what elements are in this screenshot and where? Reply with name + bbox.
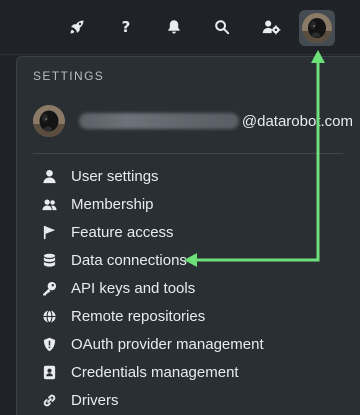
settings-dropdown: SETTINGS @datarobot.com User settings Me…: [16, 56, 360, 415]
email-domain: @datarobot.com: [241, 112, 353, 130]
link-icon: [41, 392, 57, 408]
menu-item-label: User settings: [71, 167, 159, 185]
menu-item-data-connections[interactable]: Data connections: [33, 246, 353, 274]
user-settings-icon[interactable]: [259, 17, 283, 37]
top-navigation-bar: ?: [0, 0, 360, 55]
help-glyph: ?: [121, 18, 131, 36]
section-title: SETTINGS: [33, 69, 105, 83]
menu-item-user-settings[interactable]: User settings: [33, 162, 353, 190]
menu-item-label: Drivers: [71, 391, 119, 409]
id-card-icon: [41, 364, 57, 380]
rocket-icon[interactable]: [67, 17, 87, 37]
database-icon: [41, 252, 57, 268]
menu-item-drivers[interactable]: Drivers: [33, 386, 353, 414]
search-icon[interactable]: [212, 17, 232, 37]
bell-icon[interactable]: [164, 17, 184, 37]
menu-item-feature-access[interactable]: Feature access: [33, 218, 353, 246]
globe-icon: [41, 308, 57, 324]
help-icon[interactable]: ?: [116, 17, 136, 37]
menu-item-label: Membership: [71, 195, 154, 213]
menu-item-membership[interactable]: Membership: [33, 190, 353, 218]
menu-item-label: Credentials management: [71, 363, 239, 381]
app-page: ? SETTINGS @datarobot.com User settings …: [0, 0, 360, 415]
user-icon: [41, 168, 57, 184]
menu-item-label: Feature access: [71, 223, 174, 241]
divider: [33, 153, 343, 154]
menu-item-api-keys-and-tools[interactable]: API keys and tools: [33, 274, 353, 302]
settings-menu: User settings Membership Feature access …: [33, 162, 353, 414]
menu-item-label: OAuth provider management: [71, 335, 264, 353]
menu-item-label: Remote repositories: [71, 307, 206, 325]
menu-item-label: API keys and tools: [71, 279, 196, 297]
menu-item-label: Data connections: [71, 251, 187, 269]
avatar: [302, 13, 332, 43]
account-avatar: [33, 105, 65, 137]
user-avatar-button[interactable]: [299, 10, 335, 46]
flag-icon: [41, 224, 57, 240]
account-row: @datarobot.com: [33, 103, 353, 139]
key-icon: [41, 280, 57, 296]
menu-item-oauth-provider-management[interactable]: OAuth provider management: [33, 330, 353, 358]
menu-item-credentials-management[interactable]: Credentials management: [33, 358, 353, 386]
menu-item-remote-repositories[interactable]: Remote repositories: [33, 302, 353, 330]
email-username-redacted: [79, 113, 239, 129]
users-icon: [41, 196, 57, 212]
shield-icon: [41, 336, 57, 352]
